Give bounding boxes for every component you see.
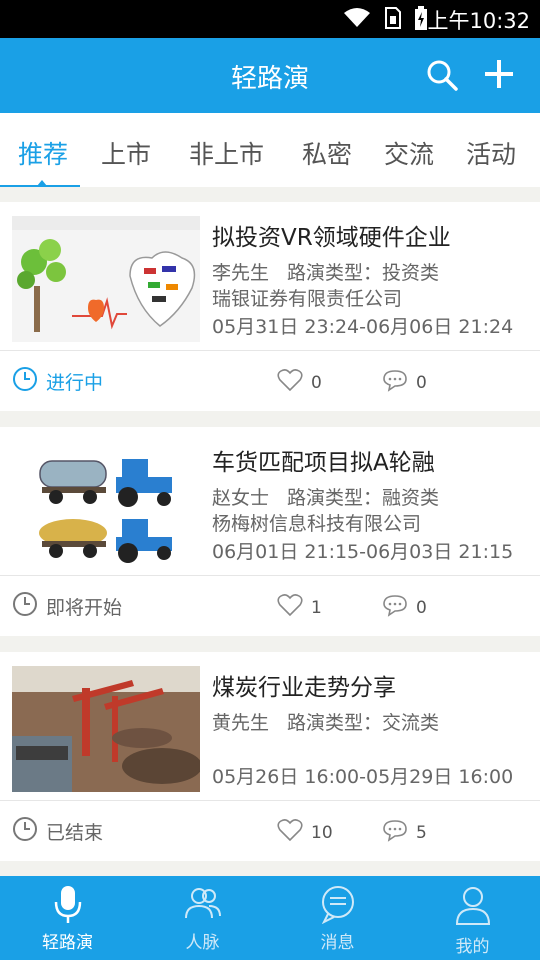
- tab-private[interactable]: 私密: [302, 135, 352, 171]
- comment-count: 0: [416, 372, 427, 393]
- card-meta: 赵女士 路演类型：融资类: [212, 483, 439, 510]
- like-button[interactable]: 0: [277, 368, 322, 397]
- sim-icon: [384, 6, 402, 34]
- heart-icon: [277, 818, 303, 847]
- status-label: 进行中: [46, 372, 104, 394]
- clock-icon: [12, 816, 38, 847]
- status-indicator: 进行中: [12, 366, 103, 397]
- comment-icon: [382, 818, 408, 847]
- presenter-name: 赵女士: [212, 487, 270, 509]
- card-title: 车货匹配项目拟A轮融: [212, 450, 435, 476]
- status-bar: 上午10:32: [0, 0, 540, 38]
- search-icon[interactable]: [425, 58, 459, 92]
- card-thumbnail: [12, 666, 200, 792]
- card-divider: [0, 800, 540, 801]
- roadshow-card[interactable]: 煤炭行业走势分享 黄先生 路演类型：交流类 05月26日 16:00-05月29日…: [0, 652, 540, 861]
- nav-me[interactable]: 我的: [405, 876, 540, 960]
- card-thumbnail: [12, 216, 200, 342]
- like-count: 0: [311, 372, 322, 393]
- roadshow-card[interactable]: 拟投资VR领域硬件企业 李先生 路演类型：投资类 瑞银证券有限责任公司 05月31…: [0, 202, 540, 411]
- presenter-name: 李先生: [212, 262, 270, 284]
- card-title: 煤炭行业走势分享: [212, 675, 396, 701]
- roadshow-type: 路演类型：融资类: [287, 487, 440, 509]
- comment-icon: [382, 368, 408, 397]
- status-label: 即将开始: [46, 597, 123, 619]
- nav-label: 人脉: [185, 933, 220, 953]
- nav-label: 消息: [320, 933, 355, 953]
- like-count: 10: [311, 822, 333, 843]
- contacts-icon: [183, 884, 223, 928]
- nav-label: 轻路演: [42, 933, 93, 953]
- roadshow-time: 06月01日 21:15-06月03日 21:15: [212, 541, 514, 563]
- nav-roadshow[interactable]: 轻路演: [0, 876, 135, 960]
- tab-listed[interactable]: 上市: [101, 135, 151, 171]
- company-name: 杨梅树信息科技有限公司: [212, 513, 422, 535]
- tab-caret: [37, 180, 47, 186]
- clock-icon: [12, 591, 38, 622]
- roadshow-card[interactable]: 车货匹配项目拟A轮融 赵女士 路演类型：融资类 杨梅树信息科技有限公司 06月01…: [0, 427, 540, 636]
- tab-unlisted[interactable]: 非上市: [189, 135, 264, 171]
- heart-icon: [277, 593, 303, 622]
- nav-messages[interactable]: 消息: [270, 876, 405, 960]
- person-icon: [453, 884, 493, 932]
- heart-icon: [277, 368, 303, 397]
- status-indicator: 即将开始: [12, 591, 122, 622]
- like-count: 1: [311, 597, 322, 618]
- roadshow-type: 路演类型：投资类: [287, 262, 440, 284]
- card-thumbnail: [12, 441, 200, 567]
- category-tabs: 推荐 上市 非上市 私密 交流 活动: [0, 113, 540, 187]
- card-meta: 李先生 路演类型：投资类: [212, 258, 439, 285]
- like-button[interactable]: 10: [277, 818, 333, 847]
- comment-button[interactable]: 0: [382, 368, 427, 397]
- status-indicator: 已结束: [12, 816, 103, 847]
- roadshow-type: 路演类型：交流类: [287, 712, 440, 734]
- card-divider: [0, 350, 540, 351]
- plus-icon[interactable]: [482, 57, 516, 91]
- wifi-icon: [342, 7, 372, 33]
- bottom-nav: 轻路演 人脉 消息 我的: [0, 876, 540, 960]
- comment-button[interactable]: 0: [382, 593, 427, 622]
- comment-icon: [382, 593, 408, 622]
- presenter-name: 黄先生: [212, 712, 270, 734]
- like-button[interactable]: 1: [277, 593, 322, 622]
- status-label: 已结束: [46, 822, 104, 844]
- comment-button[interactable]: 5: [382, 818, 427, 847]
- comment-count: 5: [416, 822, 427, 843]
- roadshow-time: 05月31日 23:24-06月06日 21:24: [212, 316, 514, 338]
- nav-contacts[interactable]: 人脉: [135, 876, 270, 960]
- message-icon: [318, 884, 358, 928]
- tab-exchange[interactable]: 交流: [384, 135, 434, 171]
- app-bar: 轻路演: [0, 38, 540, 113]
- microphone-icon: [50, 884, 86, 928]
- tab-activity[interactable]: 活动: [466, 135, 516, 171]
- battery-icon: [414, 6, 428, 34]
- roadshow-time: 05月26日 16:00-05月29日 16:00: [212, 766, 514, 788]
- status-icons: [342, 6, 428, 34]
- app-title: 轻路演: [230, 64, 309, 94]
- company-name: 瑞银证券有限责任公司: [212, 288, 403, 310]
- card-meta: 黄先生 路演类型：交流类: [212, 708, 439, 735]
- tab-recommend[interactable]: 推荐: [18, 135, 68, 171]
- comment-count: 0: [416, 597, 427, 618]
- clock-icon: [12, 366, 38, 397]
- card-divider: [0, 575, 540, 576]
- nav-label: 我的: [455, 937, 490, 957]
- status-time: 上午10:32: [427, 9, 530, 33]
- card-title: 拟投资VR领域硬件企业: [212, 225, 451, 251]
